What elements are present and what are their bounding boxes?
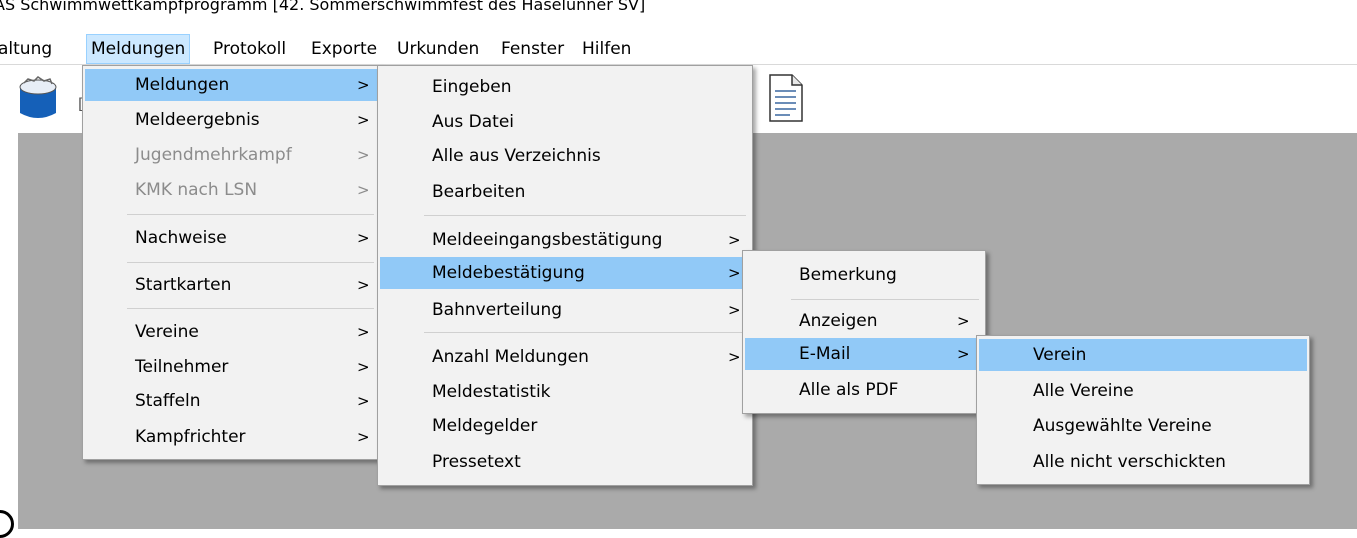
menu-item-verein[interactable]: Verein bbox=[979, 339, 1307, 371]
menu-item-vereine[interactable]: Vereine > bbox=[85, 316, 378, 348]
meldebestaetigung-submenu: Bemerkung Anzeigen > E-Mail > Alle als P… bbox=[742, 250, 986, 414]
menu-hilfen[interactable]: Hilfen bbox=[578, 35, 635, 63]
chevron-right-icon: > bbox=[357, 76, 370, 94]
menu-separator bbox=[127, 308, 374, 309]
chevron-right-icon: > bbox=[957, 345, 970, 363]
menu-item-eingeben[interactable]: Eingeben bbox=[380, 71, 750, 103]
menu-item-meldungen[interactable]: Meldungen > bbox=[85, 69, 378, 101]
chevron-right-icon: > bbox=[357, 428, 370, 446]
chevron-right-icon: > bbox=[728, 231, 741, 249]
menu-item-bahnverteilung[interactable]: Bahnverteilung > bbox=[380, 294, 750, 326]
menu-item-aus-datei[interactable]: Aus Datei bbox=[380, 106, 750, 138]
chevron-right-icon: > bbox=[957, 312, 970, 330]
menu-item-startkarten[interactable]: Startkarten > bbox=[85, 269, 378, 301]
window-title: AS Schwimmwettkampfprogramm [42. Sommers… bbox=[0, 0, 646, 14]
menu-item-meldestatistik[interactable]: Meldestatistik bbox=[380, 376, 750, 408]
menu-separator bbox=[424, 332, 746, 333]
chevron-right-icon: > bbox=[357, 392, 370, 410]
menu-separator bbox=[424, 215, 746, 216]
menu-item-bemerkung[interactable]: Bemerkung bbox=[745, 259, 983, 291]
menu-item-meldebestaetigung[interactable]: Meldebestätigung > bbox=[380, 257, 750, 289]
menu-item-ausgewaehlte-vereine[interactable]: Ausgewählte Vereine bbox=[979, 410, 1307, 442]
chevron-right-icon: > bbox=[357, 323, 370, 341]
menu-item-e-mail[interactable]: E-Mail > bbox=[745, 338, 983, 370]
window-title-bar: AS Schwimmwettkampfprogramm [42. Sommers… bbox=[0, 0, 1357, 32]
menu-protokoll[interactable]: Protokoll bbox=[209, 35, 290, 63]
menu-exporte[interactable]: Exporte bbox=[307, 35, 381, 63]
meldungen-submenu: Eingeben Aus Datei Alle aus Verzeichnis … bbox=[377, 65, 753, 486]
chevron-right-icon: > bbox=[357, 146, 370, 164]
menu-bar: altung Meldungen Protokoll Exporte Urkun… bbox=[0, 34, 1357, 64]
document-icon[interactable] bbox=[766, 73, 806, 123]
menu-item-staffeln[interactable]: Staffeln > bbox=[85, 385, 378, 417]
menu-item-alle-vereine[interactable]: Alle Vereine bbox=[979, 375, 1307, 407]
menu-item-anzahl-meldungen[interactable]: Anzahl Meldungen > bbox=[380, 341, 750, 373]
menu-item-alle-nicht-verschickten[interactable]: Alle nicht verschickten bbox=[979, 446, 1307, 478]
menu-item-kampfrichter[interactable]: Kampfrichter > bbox=[85, 421, 378, 453]
meldungen-menu: Meldungen > Meldeergebnis > Jugendmehrka… bbox=[82, 65, 381, 460]
menu-item-alle-aus-verzeichnis[interactable]: Alle aus Verzeichnis bbox=[380, 140, 750, 172]
menu-item-jugendmehrkampf[interactable]: Jugendmehrkampf > bbox=[85, 139, 378, 171]
menu-fenster[interactable]: Fenster bbox=[497, 35, 568, 63]
menu-separator bbox=[127, 262, 374, 263]
chevron-right-icon: > bbox=[357, 229, 370, 247]
menu-item-meldeergebnis[interactable]: Meldeergebnis > bbox=[85, 104, 378, 136]
menu-item-meldeeingangsbestaetigung[interactable]: Meldeeingangsbestätigung > bbox=[380, 224, 750, 256]
menu-item-alle-als-pdf[interactable]: Alle als PDF bbox=[745, 374, 983, 406]
chevron-right-icon: > bbox=[357, 181, 370, 199]
menu-item-pressetext[interactable]: Pressetext bbox=[380, 446, 750, 478]
left-strip bbox=[0, 133, 18, 529]
database-icon[interactable] bbox=[14, 73, 62, 123]
chevron-right-icon: > bbox=[357, 276, 370, 294]
menu-verwaltung[interactable]: altung bbox=[0, 35, 56, 63]
menu-item-kmk-nach-lsn[interactable]: KMK nach LSN > bbox=[85, 174, 378, 206]
chevron-right-icon: > bbox=[728, 264, 741, 282]
menu-item-meldegelder[interactable]: Meldegelder bbox=[380, 410, 750, 442]
menu-item-nachweise[interactable]: Nachweise > bbox=[85, 222, 378, 254]
chevron-right-icon: > bbox=[357, 358, 370, 376]
chevron-right-icon: > bbox=[728, 301, 741, 319]
email-submenu: Verein Alle Vereine Ausgewählte Vereine … bbox=[976, 335, 1310, 485]
menu-meldungen[interactable]: Meldungen bbox=[86, 34, 191, 64]
menu-separator bbox=[127, 214, 374, 215]
menu-item-teilnehmer[interactable]: Teilnehmer > bbox=[85, 351, 378, 383]
menu-item-bearbeiten[interactable]: Bearbeiten bbox=[380, 176, 750, 208]
menu-item-anzeigen[interactable]: Anzeigen > bbox=[745, 305, 983, 337]
chevron-right-icon: > bbox=[357, 111, 370, 129]
menu-separator bbox=[791, 299, 979, 300]
menu-urkunden[interactable]: Urkunden bbox=[393, 35, 483, 63]
chevron-right-icon: > bbox=[728, 348, 741, 366]
